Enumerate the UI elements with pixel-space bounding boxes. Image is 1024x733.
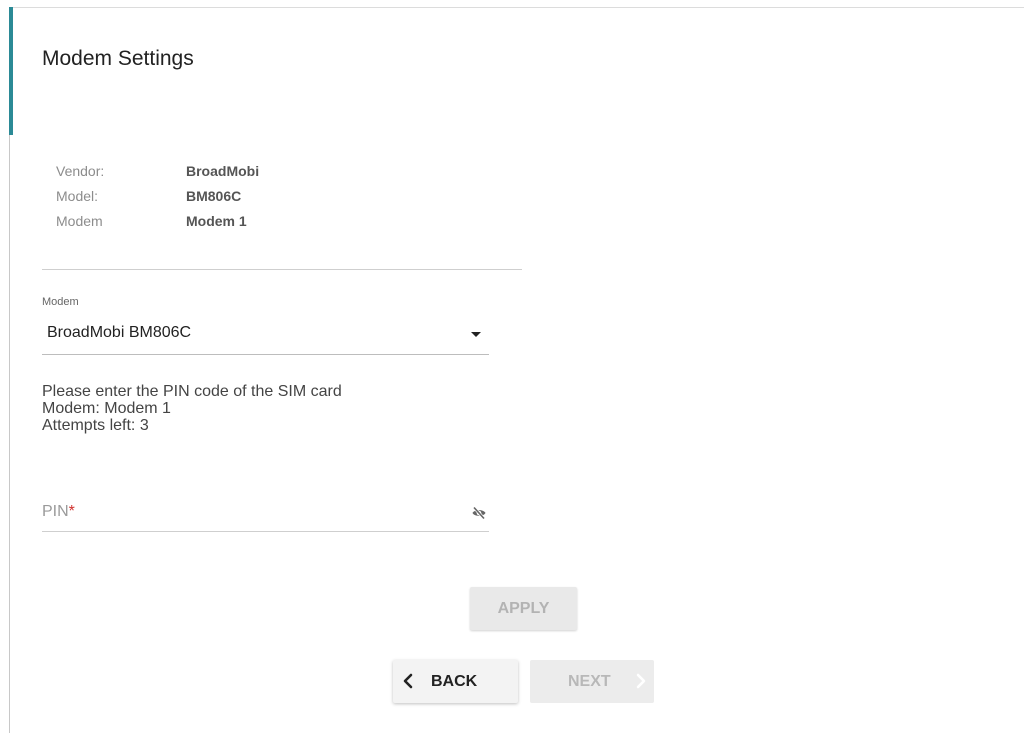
pin-prompt-modem: Modem: Modem 1	[42, 400, 171, 417]
back-button[interactable]: BACK	[393, 660, 518, 703]
section-divider	[42, 269, 522, 270]
active-section-accent	[9, 7, 13, 135]
modem-value: Modem 1	[186, 213, 247, 229]
dropdown-arrow-icon	[471, 332, 481, 337]
eye-off-icon[interactable]	[471, 505, 487, 521]
modem-select-label: Modem	[42, 296, 79, 308]
back-button-label: BACK	[431, 673, 478, 690]
model-value: BM806C	[186, 188, 242, 204]
vendor-value: BroadMobi	[186, 163, 260, 179]
next-button-label: NEXT	[568, 673, 611, 690]
pin-input[interactable]	[42, 496, 452, 530]
chevron-right-icon	[632, 672, 650, 690]
model-label: Model:	[56, 188, 99, 204]
pin-prompt-text: Please enter the PIN code of the SIM car…	[42, 383, 342, 400]
pin-field: PIN*	[42, 496, 489, 532]
apply-button[interactable]: APPLY	[470, 587, 577, 630]
top-border	[9, 7, 1024, 8]
next-button[interactable]: NEXT	[530, 660, 654, 703]
modem-select[interactable]: BroadMobi BM806C	[42, 318, 489, 355]
vendor-label: Vendor:	[56, 163, 105, 179]
modem-settings-page: Modem Settings Vendor: BroadMobi Model: …	[0, 0, 1024, 733]
modem-select-value: BroadMobi BM806C	[47, 324, 192, 341]
chevron-left-icon	[399, 672, 417, 690]
pin-prompt-attempts: Attempts left: 3	[42, 417, 149, 434]
page-title: Modem Settings	[42, 47, 194, 70]
modem-label: Modem	[56, 213, 103, 229]
